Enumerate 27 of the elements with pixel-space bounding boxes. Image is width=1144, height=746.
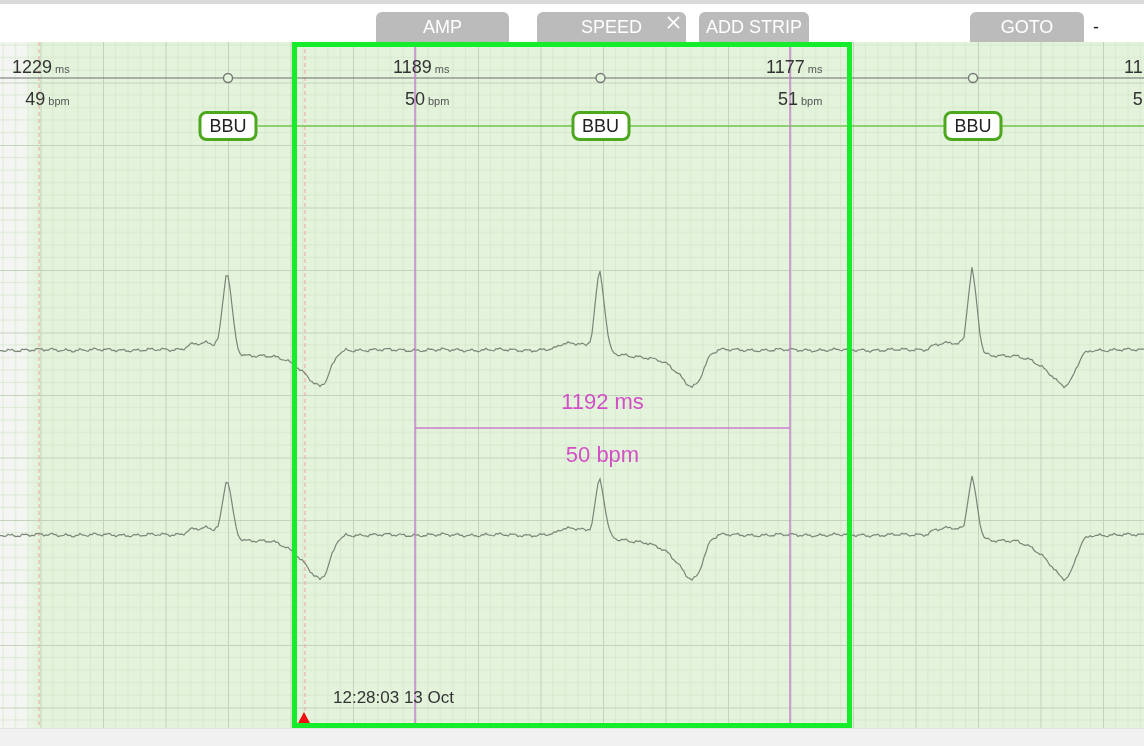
close-icon[interactable] (667, 16, 680, 29)
interval-value: 1177 (766, 56, 805, 79)
selection-frame[interactable] (292, 42, 852, 728)
interval-unit: ms (434, 63, 450, 75)
interval-value: 11 (1124, 56, 1143, 79)
beat-marker-icon[interactable] (222, 72, 234, 84)
heart-rate-unit: bpm (428, 95, 450, 107)
beat-label[interactable]: BBU (571, 111, 630, 141)
caliper-interval: 1192 ms (561, 389, 644, 415)
triangle-marker-icon (297, 712, 311, 725)
interval-unit: ms (807, 63, 823, 75)
heart-rate-value: 51 (777, 88, 798, 111)
beat-label[interactable]: BBU (943, 111, 1003, 141)
interval-value: 1189 (393, 56, 432, 79)
beat-label[interactable]: BBU (198, 111, 258, 141)
interval-unit: ms (55, 63, 70, 75)
heart-rate-unit: bpm (48, 95, 70, 107)
interval-value: 1229 (12, 56, 53, 79)
heart-rate-value: 5 (1132, 88, 1143, 111)
caliper-line[interactable] (414, 427, 791, 429)
heart-rate-value: 50 (404, 88, 425, 111)
caliper-rate: 50 bpm (565, 442, 640, 468)
heart-rate-value: 49 (25, 88, 46, 111)
heart-rate-unit: bpm (801, 95, 823, 107)
beat-marker-icon[interactable] (595, 72, 606, 84)
beat-marker-icon[interactable] (967, 72, 979, 84)
strip-timestamp: 12:28:03 13 Oct (333, 687, 454, 709)
